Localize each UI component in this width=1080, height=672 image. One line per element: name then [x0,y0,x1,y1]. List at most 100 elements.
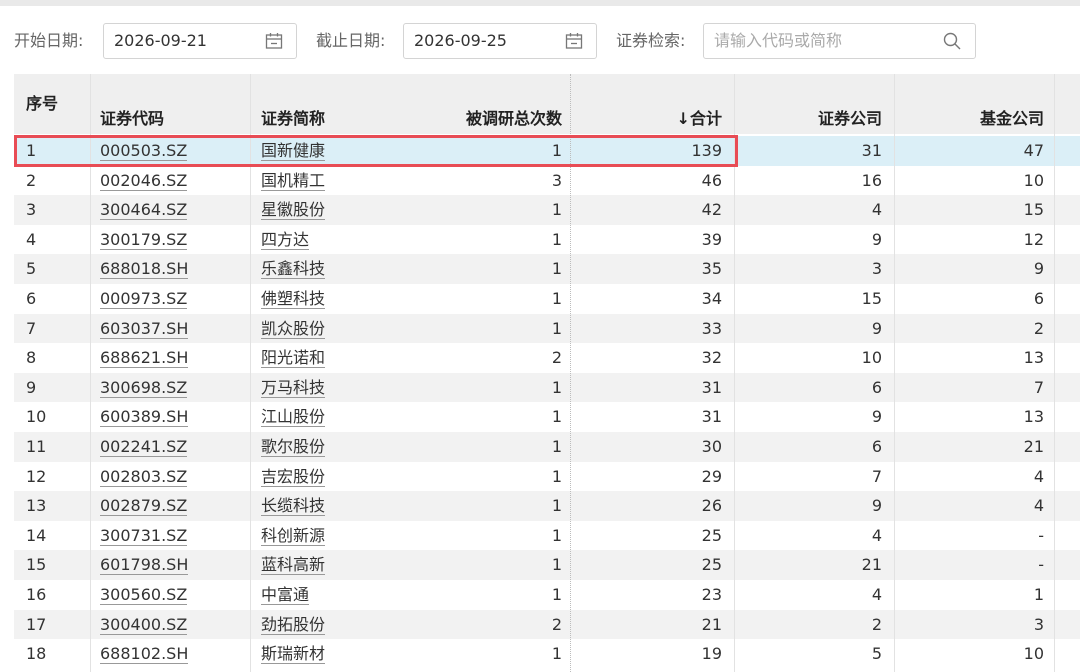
cell-security-code-text[interactable]: 300179.SZ [100,229,188,250]
cell-security-code-text[interactable]: 601798.SH [100,555,189,576]
cell-security-name[interactable]: 斯瑞新材 [261,639,401,669]
col-header-sum[interactable]: ↓合计 [574,104,722,134]
cell-security-name-text[interactable]: 佛塑科技 [261,289,326,309]
cell-security-name-text[interactable]: 四方达 [261,229,310,250]
cell-security-code[interactable]: 300698.SZ [100,373,240,403]
end-date-input[interactable]: 2026-09-25 [403,23,597,59]
cell-security-name[interactable]: 星徽股份 [261,195,401,225]
cell-security-code[interactable]: 300400.SZ [100,610,240,640]
cell-security-name[interactable]: 吉宏股份 [261,462,401,492]
cell-security-name[interactable]: 歌尔股份 [261,432,401,462]
table-row[interactable]: 6 000973.SZ 佛塑科技 1 34 15 6 [14,284,1080,314]
cell-security-code-text[interactable]: 000973.SZ [100,289,188,309]
cell-security-code-text[interactable]: 002803.SZ [100,466,188,487]
cell-security-code[interactable]: 000973.SZ [100,284,240,314]
col-header-total-times[interactable]: 被调研总次数 [414,104,562,134]
cell-security-code-text[interactable]: 300698.SZ [100,377,188,398]
cell-security-code-text[interactable]: 688621.SH [100,348,189,369]
table-row[interactable]: 13 002879.SZ 长缆科技 1 26 9 4 [14,491,1080,521]
cell-security-name-text[interactable]: 歌尔股份 [261,437,326,457]
table-row[interactable]: 2 002046.SZ 国机精工 3 46 16 10 [14,165,1080,196]
cell-security-code-text[interactable]: 000503.SZ [100,141,188,161]
cell-security-name[interactable]: 劲拓股份 [261,610,401,640]
start-date-input[interactable]: 2026-09-21 [103,23,297,59]
cell-security-name-text[interactable]: 星徽股份 [261,200,326,221]
cell-security-name[interactable]: 中富通 [261,580,401,610]
cell-security-code-text[interactable]: 002241.SZ [100,437,188,457]
cell-security-code-text[interactable]: 300400.SZ [100,614,188,635]
cell-security-name-text[interactable]: 科创新源 [261,525,326,546]
cell-security-code[interactable]: 000503.SZ [100,136,240,166]
cell-security-name[interactable]: 科创新源 [261,521,401,551]
table-row[interactable]: 4 300179.SZ 四方达 1 39 9 12 [14,224,1080,255]
cell-security-code[interactable]: 300560.SZ [100,580,240,610]
table-row[interactable]: 12 002803.SZ 吉宏股份 1 29 7 4 [14,461,1080,492]
table-row[interactable]: 10 600389.SH 江山股份 1 31 9 13 [14,402,1080,432]
col-header-fund[interactable]: 基金公司 [894,104,1044,134]
table-row[interactable]: 14 300731.SZ 科创新源 1 25 4 - [14,520,1080,551]
cell-security-name[interactable]: 乐鑫科技 [261,254,401,284]
table-row[interactable]: 17 300400.SZ 劲拓股份 2 21 2 3 [14,609,1080,640]
cell-security-name-text[interactable]: 劲拓股份 [261,614,326,635]
cell-security-code-text[interactable]: 600389.SH [100,407,189,428]
cell-security-name-text[interactable]: 江山股份 [261,407,326,428]
cell-security-code-text[interactable]: 300464.SZ [100,200,188,221]
cell-security-code[interactable]: 002241.SZ [100,432,240,462]
col-header-seq[interactable]: 序号 [26,74,58,134]
cell-security-code[interactable]: 600389.SH [100,402,240,432]
cell-security-code[interactable]: 603037.SH [100,314,240,344]
cell-security-name-text[interactable]: 阳光诺和 [261,348,326,369]
cell-security-name[interactable]: 蓝科高新 [261,550,401,580]
cell-security-name-text[interactable]: 蓝科高新 [261,555,326,576]
cell-security-name-text[interactable]: 吉宏股份 [261,466,326,487]
cell-security-name[interactable]: 国机精工 [261,166,401,196]
calendar-icon[interactable] [264,31,284,51]
cell-security-name-text[interactable]: 国机精工 [261,170,326,191]
cell-security-code[interactable]: 688018.SH [100,254,240,284]
col-header-code[interactable]: 证券代码 [100,104,164,134]
cell-security-name-text[interactable]: 乐鑫科技 [261,259,326,280]
cell-security-name[interactable]: 四方达 [261,225,401,255]
cell-security-name-text[interactable]: 凯众股份 [261,318,326,339]
cell-security-code-text[interactable]: 300731.SZ [100,525,188,546]
cell-security-code[interactable]: 688621.SH [100,343,240,373]
table-row[interactable]: 1 000503.SZ 国新健康 1 139 31 47 [14,136,1080,166]
cell-security-code-text[interactable]: 002046.SZ [100,170,188,191]
cell-security-code[interactable]: 300179.SZ [100,225,240,255]
table-row[interactable]: 15 601798.SH 蓝科高新 1 25 21 - [14,550,1080,580]
cell-security-code[interactable]: 601798.SH [100,550,240,580]
table-row[interactable]: 5 688018.SH 乐鑫科技 1 35 3 9 [14,254,1080,284]
cell-security-code[interactable]: 300464.SZ [100,195,240,225]
table-row[interactable]: 3 300464.SZ 星徽股份 1 42 4 15 [14,195,1080,225]
cell-security-name[interactable]: 江山股份 [261,402,401,432]
cell-security-code-text[interactable]: 688102.SH [100,644,189,665]
cell-security-name-text[interactable]: 中富通 [261,585,310,605]
cell-security-code-text[interactable]: 002879.SZ [100,496,188,517]
calendar-icon[interactable] [564,31,584,51]
cell-security-name-text[interactable]: 国新健康 [261,141,326,161]
col-header-name[interactable]: 证券简称 [261,104,325,134]
table-row[interactable]: 7 603037.SH 凯众股份 1 33 9 2 [14,313,1080,344]
cell-security-code[interactable]: 300731.SZ [100,521,240,551]
cell-security-name[interactable]: 凯众股份 [261,314,401,344]
cell-security-name-text[interactable]: 长缆科技 [261,496,326,517]
security-search-input[interactable]: 请输入代码或简称 [703,23,976,59]
search-icon[interactable] [942,31,962,51]
table-row[interactable]: 11 002241.SZ 歌尔股份 1 30 6 21 [14,432,1080,462]
cell-security-code-text[interactable]: 688018.SH [100,259,189,280]
cell-security-name[interactable]: 佛塑科技 [261,284,401,314]
cell-security-code[interactable]: 002879.SZ [100,491,240,521]
cell-security-name[interactable]: 阳光诺和 [261,343,401,373]
cell-security-code[interactable]: 002803.SZ [100,462,240,492]
cell-security-code-text[interactable]: 300560.SZ [100,585,188,605]
cell-security-name-text[interactable]: 斯瑞新材 [261,644,326,665]
table-row[interactable]: 8 688621.SH 阳光诺和 2 32 10 13 [14,343,1080,373]
col-header-securities[interactable]: 证券公司 [734,104,882,134]
cell-security-name[interactable]: 万马科技 [261,373,401,403]
cell-security-name[interactable]: 长缆科技 [261,491,401,521]
cell-security-code[interactable]: 688102.SH [100,639,240,669]
table-row[interactable]: 18 688102.SH 斯瑞新材 1 19 5 10 [14,639,1080,669]
cell-security-name-text[interactable]: 万马科技 [261,377,326,398]
table-row[interactable]: 16 300560.SZ 中富通 1 23 4 1 [14,580,1080,610]
table-row[interactable]: 9 300698.SZ 万马科技 1 31 6 7 [14,372,1080,403]
